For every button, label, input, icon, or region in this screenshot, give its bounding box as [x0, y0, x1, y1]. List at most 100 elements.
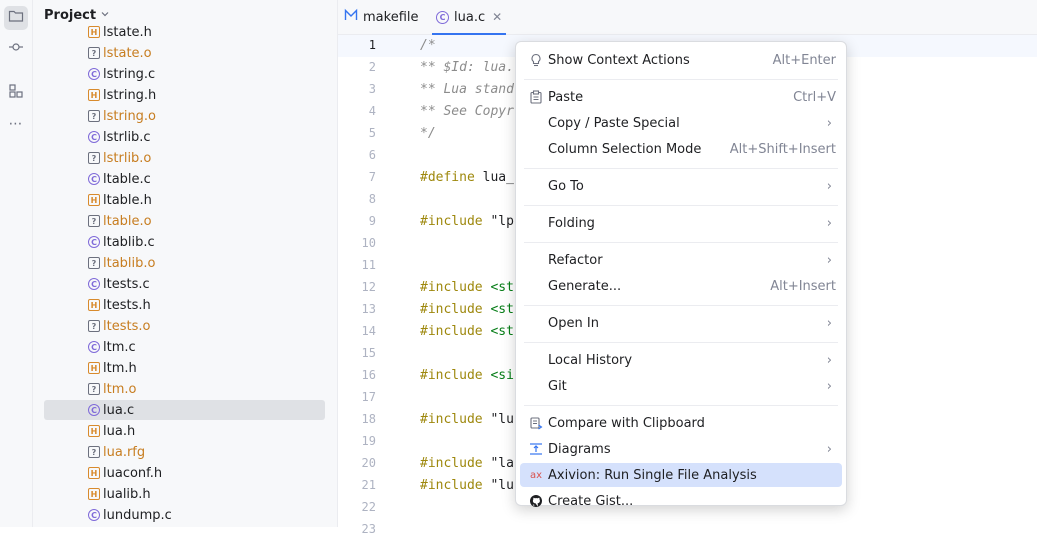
- file-tree-item[interactable]: Clstring.c: [44, 64, 325, 84]
- file-tree-item[interactable]: Hltests.h: [44, 295, 325, 315]
- github-icon: [528, 493, 544, 509]
- file-tree-item[interactable]: Hltm.h: [44, 358, 325, 378]
- chevron-right-icon: ›: [826, 441, 832, 457]
- menu-item-generate[interactable]: Generate... Alt+Insert: [520, 274, 842, 298]
- c-file-icon: C: [88, 404, 100, 416]
- commit-tool-button[interactable]: [4, 37, 28, 61]
- c-file-icon: C: [436, 10, 449, 24]
- file-tree-item[interactable]: ? lua.rfg: [44, 442, 325, 462]
- file-tree-item[interactable]: ? lstrlib.o: [44, 148, 325, 168]
- line-number: 17: [361, 390, 376, 404]
- close-icon[interactable]: ✕: [492, 10, 502, 24]
- menu-item-git[interactable]: Git ›: [520, 374, 842, 398]
- c-file-icon: C: [88, 341, 100, 353]
- menu-item-diagrams[interactable]: Diagrams ›: [520, 437, 842, 461]
- menu-separator: [524, 242, 838, 243]
- line-number: 1: [368, 38, 376, 52]
- code-token: "la: [482, 456, 514, 471]
- file-name: ltablib.c: [103, 234, 155, 250]
- file-name: ltable.h: [103, 192, 152, 208]
- menu-item-label: Diagrams: [548, 441, 611, 457]
- file-tree-item[interactable]: ? ltests.o: [44, 316, 325, 336]
- file-tree-item[interactable]: ? lstring.o: [44, 106, 325, 126]
- line-number: 9: [368, 214, 376, 228]
- file-tree-item[interactable]: ? ltm.o: [44, 379, 325, 399]
- tab-label: lua.c: [454, 9, 486, 25]
- code-line: ** Lua stand: [420, 82, 514, 97]
- line-number-gutter: 1 2 3 4 5 6 7 8 9 10 11 12 13 14 15 16 17 18 19 20 21 22 23: [338, 35, 418, 536]
- folder-icon: [8, 8, 24, 28]
- file-tree-item[interactable]: ? ltablib.o: [44, 253, 325, 273]
- tab-makefile[interactable]: makefile: [344, 0, 419, 34]
- file-name: lstate.h: [103, 24, 152, 40]
- project-panel-header[interactable]: Project: [44, 8, 110, 23]
- menu-item-label: Folding: [548, 215, 595, 231]
- menu-separator: [524, 342, 838, 343]
- menu-item-refactor[interactable]: Refactor ›: [520, 248, 842, 272]
- file-tree-item[interactable]: Hlualib.h: [44, 484, 325, 504]
- file-tree-item[interactable]: Clstrlib.c: [44, 127, 325, 147]
- file-tree-item[interactable]: Clua.c: [44, 400, 325, 420]
- file-tree-item[interactable]: Clundump.c: [44, 505, 325, 525]
- tool-window-strip: ⋯: [0, 0, 33, 527]
- axivion-icon: ax: [529, 469, 543, 481]
- h-file-icon: H: [88, 425, 100, 437]
- menu-item-open-in[interactable]: Open In ›: [520, 311, 842, 335]
- structure-icon: [8, 83, 24, 103]
- file-name: ltm.h: [103, 360, 137, 376]
- code-token: <st: [482, 280, 514, 295]
- menu-item-paste[interactable]: Paste Ctrl+V: [520, 85, 842, 109]
- file-tree-item[interactable]: Hluaconf.h: [44, 463, 325, 483]
- file-tree-item[interactable]: Cltablib.c: [44, 232, 325, 252]
- menu-item-folding[interactable]: Folding ›: [520, 211, 842, 235]
- tab-lua-c[interactable]: C lua.c ✕: [431, 0, 507, 35]
- menu-item-compare-with-clipboard[interactable]: Compare with Clipboard: [520, 411, 842, 435]
- chevron-right-icon: ›: [826, 252, 832, 268]
- file-tree-item[interactable]: Cltable.c: [44, 169, 325, 189]
- file-tree-item[interactable]: ? ltable.o: [44, 211, 325, 231]
- chevron-right-icon: ›: [826, 315, 832, 331]
- code-token: "lp: [482, 214, 514, 229]
- menu-item-label: Open In: [548, 315, 599, 331]
- file-tree-item[interactable]: Hltable.h: [44, 190, 325, 210]
- menu-item-local-history[interactable]: Local History ›: [520, 348, 842, 372]
- project-tool-button[interactable]: [4, 6, 28, 30]
- line-number: 4: [368, 104, 376, 118]
- menu-item-go-to[interactable]: Go To ›: [520, 174, 842, 198]
- menu-item-create-gist[interactable]: Create Gist...: [520, 489, 842, 513]
- file-tree-item[interactable]: Hlstring.h: [44, 85, 325, 105]
- object-file-icon: ?: [88, 257, 100, 269]
- code-token: <st: [482, 324, 514, 339]
- file-name: ltests.c: [103, 276, 150, 292]
- diagram-icon: [528, 441, 544, 457]
- file-tree-item[interactable]: Hlua.h: [44, 421, 325, 441]
- file-tree-item[interactable]: ? lstate.o: [44, 43, 325, 63]
- c-file-icon: C: [88, 509, 100, 521]
- file-tree-item[interactable]: Cltests.c: [44, 274, 325, 294]
- menu-item-copy-paste-special[interactable]: Copy / Paste Special ›: [520, 111, 842, 135]
- structure-tool-button[interactable]: [4, 81, 28, 105]
- menu-item-show-context-actions[interactable]: Show Context Actions Alt+Enter: [520, 48, 842, 72]
- menu-item-column-selection-mode[interactable]: Column Selection Mode Alt+Shift+Insert: [520, 137, 842, 161]
- code-token: lua_: [474, 170, 514, 185]
- more-tool-button[interactable]: ⋯: [4, 112, 28, 136]
- c-file-icon: C: [88, 236, 100, 248]
- object-file-icon: ?: [88, 47, 100, 59]
- chevron-right-icon: ›: [826, 352, 832, 368]
- menu-item-shortcut: Ctrl+V: [793, 89, 836, 105]
- code-line: ** See Copyr: [420, 104, 514, 119]
- h-file-icon: H: [88, 89, 100, 101]
- menu-item-axivion-run-analysis[interactable]: ax Axivion: Run Single File Analysis: [520, 463, 842, 487]
- line-number: 11: [361, 258, 376, 272]
- file-tree-item[interactable]: Cltm.c: [44, 337, 325, 357]
- chevron-right-icon: ›: [826, 115, 832, 131]
- menu-item-label: Compare with Clipboard: [548, 415, 705, 431]
- file-tree-item[interactable]: Hlstate.h: [44, 22, 325, 42]
- preprocessor-keyword: #include: [420, 456, 483, 471]
- object-file-icon: ?: [88, 383, 100, 395]
- h-file-icon: H: [88, 362, 100, 374]
- h-file-icon: H: [88, 26, 100, 38]
- line-number: 10: [361, 236, 376, 250]
- preprocessor-keyword: #include: [420, 302, 483, 317]
- file-name: ltable.o: [103, 213, 152, 229]
